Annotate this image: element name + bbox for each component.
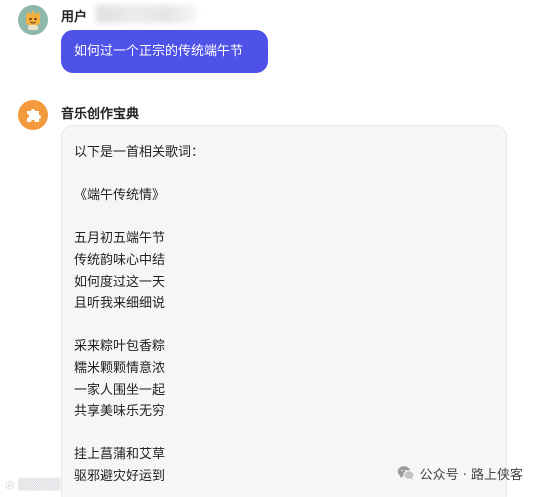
lyric-line: 且听我来细细说 [74,296,166,312]
corner-watermark-image: ◎ ▒▒▒▒▒ [5,478,61,491]
lyric-line: 一家人围坐一起 [74,382,166,398]
lyric-line: 如何度过这一天 [74,274,166,290]
redacted-username [96,5,196,23]
user-message-bubble: 如何过一个正宗的传统端午节 [61,30,268,73]
bot-avatar[interactable] [18,100,48,130]
lyric-line: 《端午传统情》 [74,188,166,204]
user-name: 用户 [61,10,88,25]
wechat-watermark: 公众号 · 路上侠客 [397,463,523,483]
lyric-line: 挂上菖蒲和艾草 [74,447,166,463]
lyric-line: 五月初五端午节 [74,231,166,247]
bot-name: 音乐创作宝典 [61,107,140,122]
lyric-line: 共享美味乐无穷 [74,404,166,420]
lyric-line: 糯米颗颗情意浓 [74,360,166,376]
bot-message-bubble: 以下是一首相关歌词： 《端午传统情》 五月初五端午节 传统韵味心中结 如何度过这一天 且听… [61,125,507,497]
puzzle-icon [27,109,41,122]
lyric-line: 驱邪避灾好运到 [74,468,166,484]
chat-page: 用户 如何过一个正宗的传统端午节 音乐创作宝典 以下是一首相关歌词： 《端午传统情… [0,0,541,497]
wechat-icon [397,465,415,481]
user-avatar[interactable] [18,5,48,35]
lyric-line: 传统韵味心中结 [74,252,166,268]
user-avatar-face-icon [26,10,40,30]
lyric-line: 采来粽叶包香粽 [74,339,166,355]
bot-message-text: 以下是一首相关歌词： 《端午传统情》 五月初五端午节 传统韵味心中结 如何度过这一天 且听… [74,142,204,488]
watermark-text: 公众号 · 路上侠客 [419,467,523,483]
lyric-line: 以下是一首相关歌词： [74,145,205,160]
